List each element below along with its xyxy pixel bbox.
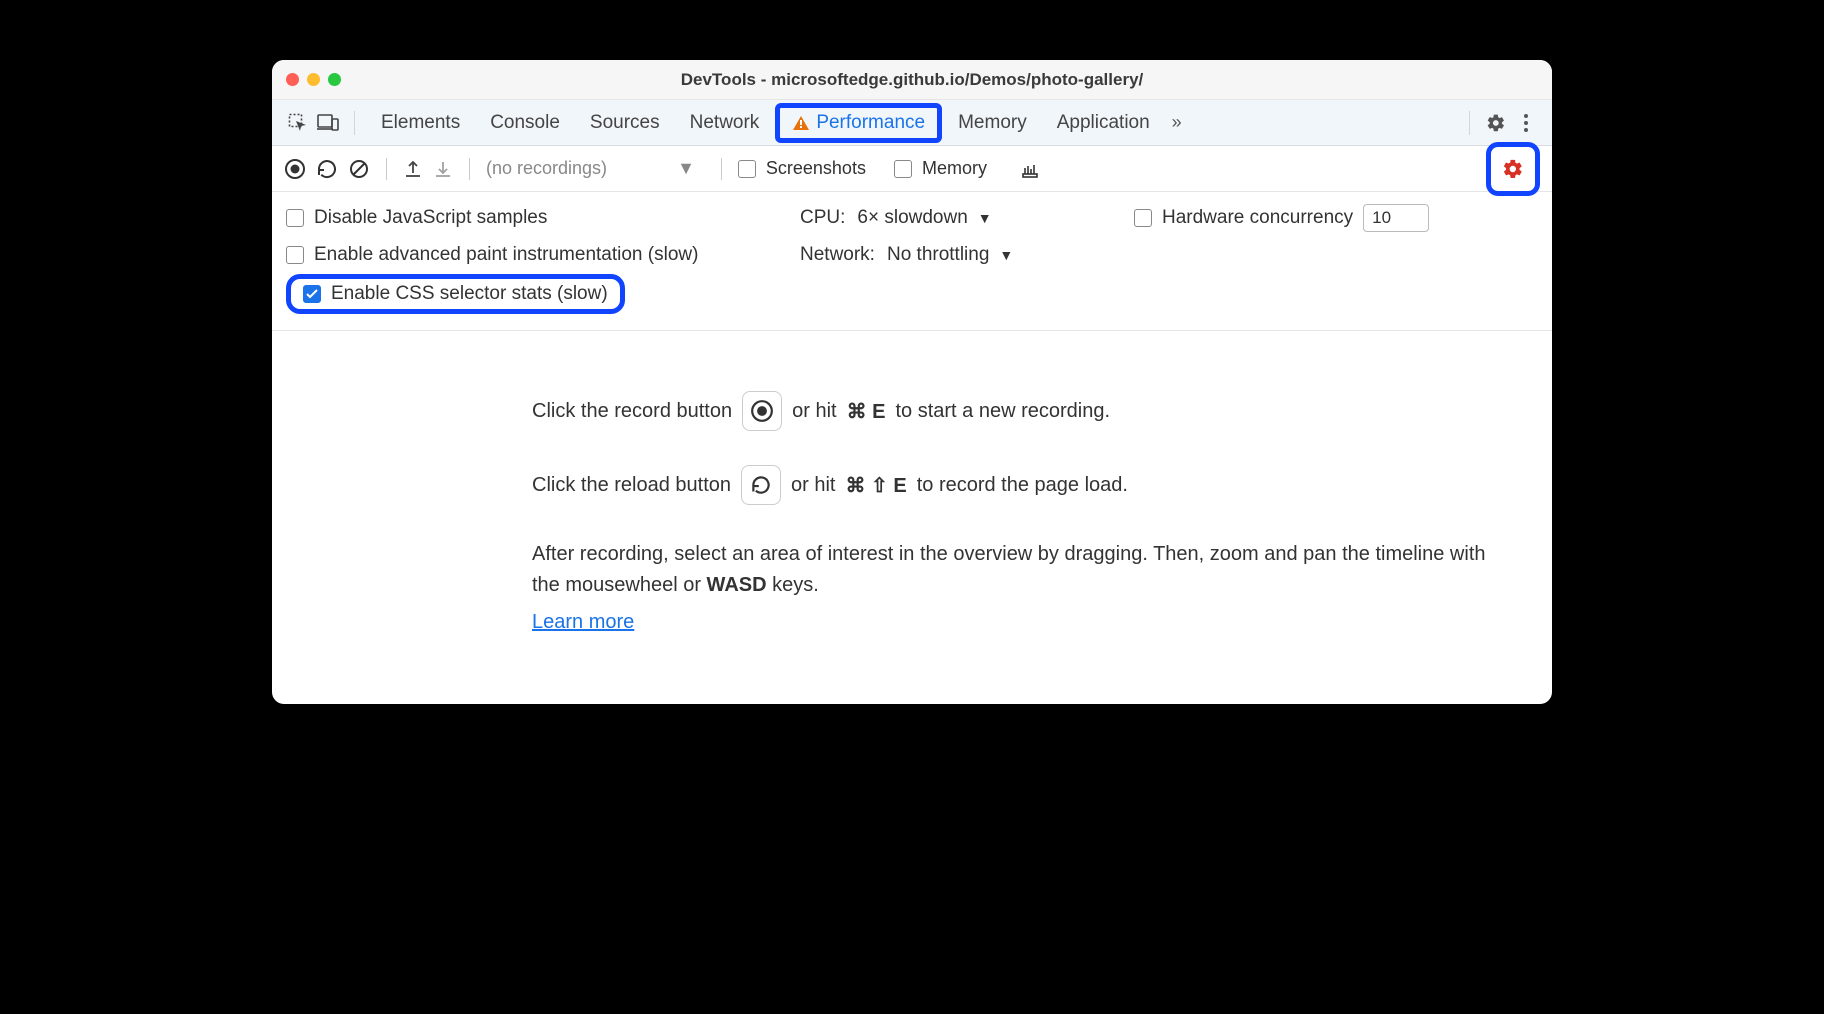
tab-memory[interactable]: Memory (944, 106, 1041, 140)
collect-garbage-icon[interactable] (1019, 158, 1041, 180)
hw-concurrency-label: Hardware concurrency (1162, 207, 1353, 229)
network-label: Network: (800, 244, 875, 266)
minimize-icon[interactable] (307, 73, 320, 86)
performance-toolbar: (no recordings) ▼ Screenshots Memory (272, 146, 1552, 192)
kbd-shortcut: ⌘ ⇧ E (845, 473, 906, 498)
reload-button-demo[interactable] (741, 465, 781, 505)
titlebar: DevTools - microsoftedge.github.io/Demos… (272, 60, 1552, 100)
help-line-after: After recording, select an area of inter… (532, 539, 1512, 601)
more-tabs-button[interactable]: » (1166, 112, 1188, 133)
divider (354, 111, 355, 135)
network-throttle-select[interactable]: No throttling ▼ (887, 244, 1013, 266)
memory-checkbox[interactable] (894, 160, 912, 178)
kbd-shortcut: ⌘ E (847, 399, 886, 424)
tab-application[interactable]: Application (1043, 106, 1164, 140)
cpu-throttle-select[interactable]: 6× slowdown ▼ (857, 207, 991, 229)
tab-sources[interactable]: Sources (576, 106, 674, 140)
help-text: Click the reload button (532, 474, 731, 497)
devtools-window: DevTools - microsoftedge.github.io/Demos… (272, 60, 1552, 704)
dropdown-caret-icon[interactable]: ▼ (677, 158, 695, 179)
enable-css-stats-label: Enable CSS selector stats (slow) (331, 283, 608, 305)
disable-js-samples-label: Disable JavaScript samples (314, 207, 547, 229)
capture-settings-panel: Disable JavaScript samples CPU: 6× slowd… (272, 192, 1552, 331)
divider (1469, 111, 1470, 135)
enable-css-stats-highlight: Enable CSS selector stats (slow) (286, 274, 625, 314)
screenshots-checkbox[interactable] (738, 160, 756, 178)
upload-button[interactable] (403, 159, 423, 179)
help-text: to start a new recording. (895, 400, 1110, 423)
tab-network[interactable]: Network (676, 106, 774, 140)
learn-more-link[interactable]: Learn more (532, 611, 634, 633)
wasd-text: WASD (707, 574, 767, 596)
record-button-demo[interactable] (742, 391, 782, 431)
capture-settings-highlight (1486, 142, 1540, 196)
enable-css-stats-checkbox[interactable] (303, 285, 321, 303)
hw-concurrency-checkbox[interactable] (1134, 209, 1152, 227)
tab-console[interactable]: Console (476, 106, 574, 140)
enable-paint-instr-label: Enable advanced paint instrumentation (s… (314, 244, 698, 266)
screenshots-label: Screenshots (766, 158, 866, 179)
traffic-lights (286, 73, 341, 86)
record-button[interactable] (284, 158, 306, 180)
cpu-label: CPU: (800, 207, 845, 229)
help-text: or hit (792, 400, 836, 423)
tab-elements[interactable]: Elements (367, 106, 474, 140)
enable-paint-instr-checkbox[interactable] (286, 246, 304, 264)
help-line-record: Click the record button or hit ⌘ E to st… (532, 391, 1512, 431)
caret-down-icon: ▼ (978, 210, 992, 226)
settings-icon[interactable] (1482, 109, 1510, 137)
window-title: DevTools - microsoftedge.github.io/Demos… (272, 70, 1552, 90)
help-text: Click the record button (532, 400, 732, 423)
disable-js-samples-checkbox[interactable] (286, 209, 304, 227)
performance-empty-state: Click the record button or hit ⌘ E to st… (272, 331, 1552, 704)
caret-down-icon: ▼ (999, 247, 1013, 263)
network-throttle-value: No throttling (887, 244, 989, 266)
inspect-icon[interactable] (284, 109, 312, 137)
kebab-menu-icon[interactable] (1512, 109, 1540, 137)
reload-button[interactable] (316, 158, 338, 180)
close-icon[interactable] (286, 73, 299, 86)
hw-concurrency-input[interactable] (1363, 204, 1429, 232)
help-text: After recording, select an area of inter… (532, 543, 1486, 596)
cpu-throttle-value: 6× slowdown (857, 207, 967, 229)
download-button[interactable] (433, 159, 453, 179)
tab-performance-label: Performance (816, 112, 925, 134)
warning-icon (792, 115, 810, 131)
zoom-icon[interactable] (328, 73, 341, 86)
help-text: to record the page load. (917, 474, 1128, 497)
help-line-reload: Click the reload button or hit ⌘ ⇧ E to … (532, 465, 1512, 505)
recordings-dropdown[interactable]: (no recordings) (486, 158, 667, 179)
clear-button[interactable] (348, 158, 370, 180)
capture-settings-button[interactable] (1493, 149, 1533, 189)
tab-performance[interactable]: Performance (775, 103, 942, 143)
memory-label: Memory (922, 158, 987, 179)
help-text: or hit (791, 474, 835, 497)
help-text: keys. (767, 574, 819, 596)
tab-bar: Elements Console Sources Network Perform… (272, 100, 1552, 146)
device-toggle-icon[interactable] (314, 109, 342, 137)
